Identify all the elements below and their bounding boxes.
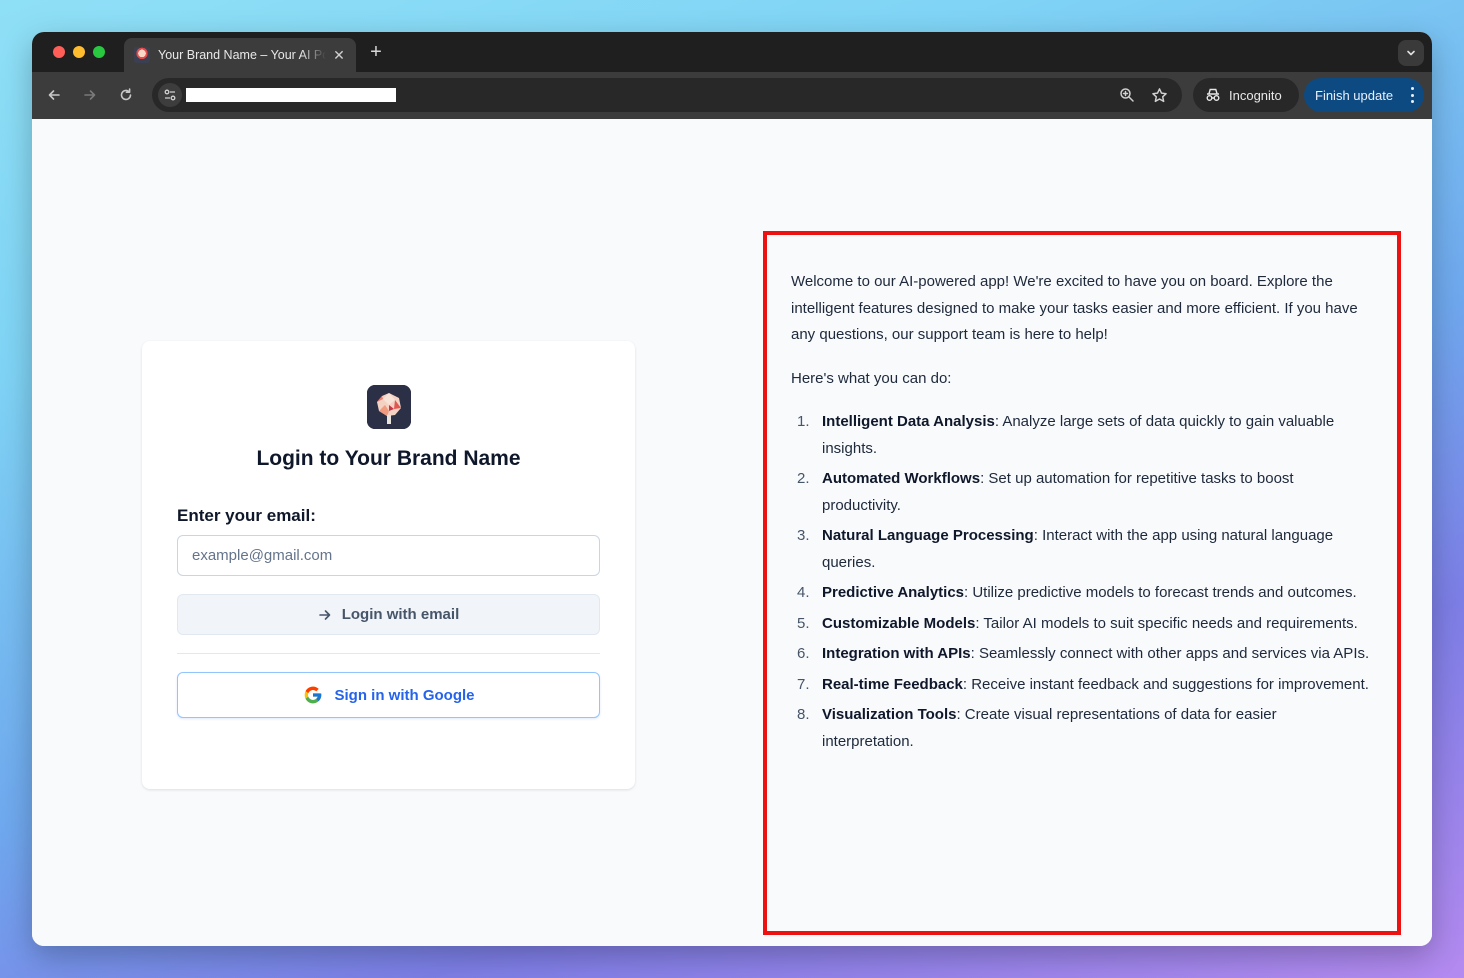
chevron-down-icon — [1407, 50, 1415, 56]
feature-item: 6. Integration with APIs: Seamlessly conn… — [797, 645, 1370, 662]
address-bar[interactable] — [152, 78, 1182, 112]
back-button[interactable] — [44, 85, 64, 105]
login-card: Login to Your Brand Name Enter your emai… — [142, 341, 635, 789]
feature-item: 1. Intelligent Data Analysis: Analyze lar… — [797, 413, 1335, 457]
feature-list: 1. Intelligent Data Analysis: Analyze lar… — [791, 409, 1371, 755]
reload-button[interactable] — [116, 85, 136, 105]
feature-item: 8. Visualization Tools: Create visual rep… — [797, 706, 1277, 750]
url-redacted — [186, 88, 396, 102]
star-icon — [1151, 87, 1167, 102]
tab-search-button[interactable] — [1398, 40, 1424, 66]
forward-button[interactable] — [80, 85, 100, 105]
login-with-email-label: Login with email — [341, 606, 460, 623]
feature-item: 7. Real-time Feedback: Receive instant fe… — [797, 675, 1369, 693]
new-tab-icon[interactable]: + — [366, 41, 386, 64]
email-label: Enter your email: — [177, 506, 316, 525]
page-content: Login to Your Brand Name Enter your emai… — [32, 119, 1432, 946]
close-tab-icon[interactable]: ✕ — [332, 47, 346, 64]
tune-icon — [164, 89, 176, 101]
welcome-text: Welcome to our AI-powered app! We're exc… — [791, 269, 1371, 759]
browser-window: Your Brand Name – Your AI Powered App ✕ … — [32, 32, 1432, 946]
sign-in-with-google-label: Sign in with Google — [334, 686, 475, 704]
bookmark-button[interactable] — [1150, 86, 1168, 104]
incognito-label: Incognito — [1229, 87, 1282, 103]
feature-item: 3. Natural Language Processing: Interact … — [797, 527, 1334, 571]
site-settings-button[interactable] — [158, 83, 182, 107]
intro-paragraph: Welcome to our AI-powered app! We're exc… — [791, 273, 1358, 343]
google-icon — [304, 686, 321, 704]
feature-item: 2. Automated Workflows: Set up automation… — [797, 470, 1294, 514]
close-window-button[interactable] — [53, 46, 65, 58]
minimize-window-button[interactable] — [73, 46, 85, 58]
sign-in-with-google-button[interactable]: Sign in with Google — [177, 672, 600, 718]
login-with-email-button[interactable]: Login with email — [177, 594, 600, 635]
email-input[interactable] — [177, 535, 600, 576]
zoom-icon — [1120, 88, 1134, 102]
zoom-button[interactable] — [1118, 86, 1136, 104]
divider — [177, 653, 600, 654]
feature-item: 4. Predictive Analytics: Utilize predicti… — [797, 584, 1357, 601]
toolbar: Incognito Finish update — [32, 72, 1432, 119]
arrow-left-icon — [48, 90, 60, 100]
login-title: Login to Your Brand Name — [256, 447, 521, 470]
incognito-icon — [1206, 88, 1220, 101]
browser-tab[interactable]: Your Brand Name – Your AI Powered App ✕ — [124, 38, 356, 72]
more-vert-icon — [1410, 87, 1414, 103]
welcome-info-panel: Welcome to our AI-powered app! We're exc… — [763, 231, 1401, 935]
incognito-indicator[interactable]: Incognito — [1193, 78, 1299, 112]
feature-item: 5. Customizable Models: Tailor AI models … — [797, 614, 1358, 632]
finish-update-button[interactable]: Finish update — [1304, 78, 1424, 112]
finish-update-label: Finish update — [1315, 87, 1394, 103]
subheading: Here's what you can do: — [791, 369, 952, 387]
tab-strip: Your Brand Name – Your AI Powered App ✕ … — [32, 32, 1432, 72]
maximize-window-button[interactable] — [93, 46, 105, 58]
arrow-right-icon — [84, 90, 96, 100]
reload-icon — [120, 88, 132, 101]
arrow-right-icon — [318, 609, 331, 620]
tab-title: Your Brand Name – Your AI Powered App — [158, 48, 326, 62]
brand-logo — [367, 385, 411, 429]
favicon-icon — [134, 47, 150, 63]
